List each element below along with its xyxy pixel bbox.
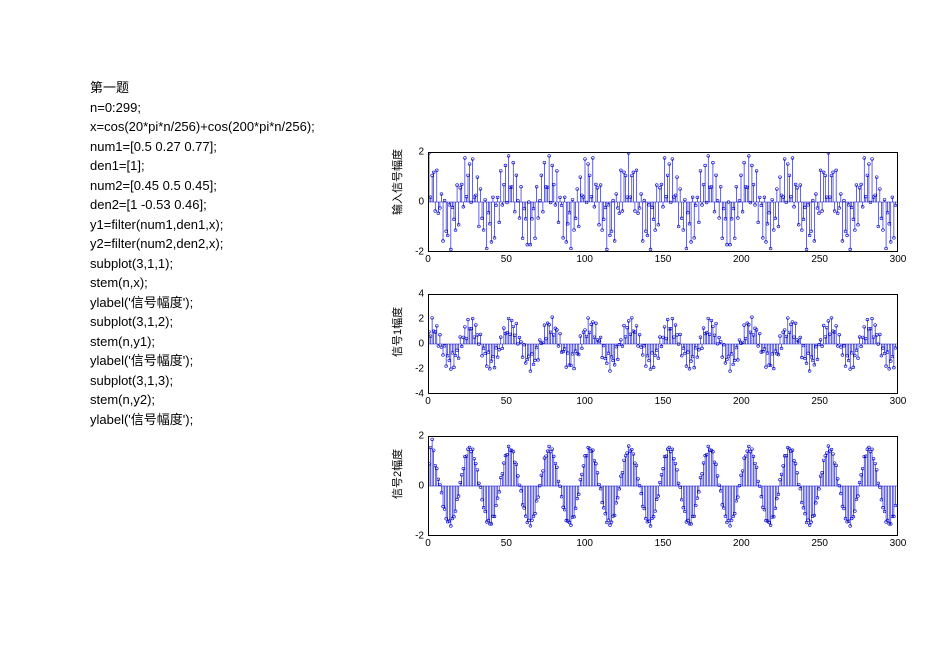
code-line: subplot(3,1,3); bbox=[90, 371, 370, 391]
code-line: ylabel('信号幅度'); bbox=[90, 351, 370, 371]
code-line: den1=[1]; bbox=[90, 156, 370, 176]
ylabel-2: 信号1幅度 bbox=[389, 343, 405, 357]
code-line: num1=[0.5 0.27 0.77]; bbox=[90, 137, 370, 157]
ytick: 2 bbox=[406, 431, 424, 442]
code-line: stem(n,x); bbox=[90, 273, 370, 293]
ytick: -2 bbox=[406, 364, 424, 375]
code-line: y2=filter(num2,den2,x); bbox=[90, 234, 370, 254]
xtick: 150 bbox=[655, 538, 672, 549]
ytick: 4 bbox=[406, 289, 424, 300]
code-line: y1=filter(num1,den1,x); bbox=[90, 215, 370, 235]
chart-column: 输入信号幅度 -202 050100150200250300 信号1幅度 -4-… bbox=[370, 78, 945, 574]
ytick: 0 bbox=[406, 481, 424, 492]
yticks-1: -202 bbox=[408, 152, 426, 252]
code-line: ylabel('信号幅度'); bbox=[90, 410, 370, 430]
yticks-3: -202 bbox=[408, 436, 426, 536]
code-line: stem(n,y2); bbox=[90, 390, 370, 410]
xtick: 100 bbox=[576, 396, 593, 407]
xticks-3: 050100150200250300 bbox=[428, 538, 898, 552]
plot-frame-1 bbox=[428, 152, 898, 252]
stem-plot-2 bbox=[429, 295, 897, 393]
code-listing: n=0:299;x=cos(20*pi*n/256)+cos(200*pi*n/… bbox=[90, 98, 370, 430]
subplot-2: 信号1幅度 -4-2024 050100150200250300 bbox=[390, 290, 900, 410]
code-line: num2=[0.45 0.5 0.45]; bbox=[90, 176, 370, 196]
code-line: n=0:299; bbox=[90, 98, 370, 118]
xtick: 150 bbox=[655, 254, 672, 265]
xtick: 0 bbox=[425, 396, 431, 407]
stem-plot-1 bbox=[429, 153, 897, 251]
code-line: x=cos(20*pi*n/256)+cos(200*pi*n/256); bbox=[90, 117, 370, 137]
xtick: 150 bbox=[655, 396, 672, 407]
ytick: -4 bbox=[406, 389, 424, 400]
xtick: 50 bbox=[501, 538, 512, 549]
xtick: 250 bbox=[811, 538, 828, 549]
xtick: 200 bbox=[733, 254, 750, 265]
subplot-1: 输入信号幅度 -202 050100150200250300 bbox=[390, 148, 900, 268]
code-column: 第一题 n=0:299;x=cos(20*pi*n/256)+cos(200*p… bbox=[90, 78, 370, 574]
ylabel-1: 输入信号幅度 bbox=[389, 201, 405, 215]
xtick: 200 bbox=[733, 538, 750, 549]
xtick: 300 bbox=[890, 254, 907, 265]
plot-frame-3 bbox=[428, 436, 898, 536]
ytick: 2 bbox=[406, 314, 424, 325]
xtick: 200 bbox=[733, 396, 750, 407]
xtick: 100 bbox=[576, 538, 593, 549]
subplot-3: 信号2幅度 -202 050100150200250300 bbox=[390, 432, 900, 552]
code-title: 第一题 bbox=[90, 78, 370, 98]
xtick: 100 bbox=[576, 254, 593, 265]
ylabel-3: 信号2幅度 bbox=[389, 485, 405, 499]
yticks-2: -4-2024 bbox=[408, 294, 426, 394]
ytick: -2 bbox=[406, 247, 424, 258]
code-line: subplot(3,1,2); bbox=[90, 312, 370, 332]
code-line: ylabel('信号幅度'); bbox=[90, 293, 370, 313]
xtick: 300 bbox=[890, 538, 907, 549]
stem-plot-3 bbox=[429, 437, 897, 535]
xticks-2: 050100150200250300 bbox=[428, 396, 898, 410]
xtick: 50 bbox=[501, 254, 512, 265]
xtick: 0 bbox=[425, 254, 431, 265]
xticks-1: 050100150200250300 bbox=[428, 254, 898, 268]
ytick: 0 bbox=[406, 339, 424, 350]
xtick: 0 bbox=[425, 538, 431, 549]
page: 第一题 n=0:299;x=cos(20*pi*n/256)+cos(200*p… bbox=[0, 0, 945, 574]
ytick: 0 bbox=[406, 197, 424, 208]
code-line: subplot(3,1,1); bbox=[90, 254, 370, 274]
xtick: 50 bbox=[501, 396, 512, 407]
plot-frame-2 bbox=[428, 294, 898, 394]
code-line: den2=[1 -0.53 0.46]; bbox=[90, 195, 370, 215]
xtick: 250 bbox=[811, 254, 828, 265]
ytick: -2 bbox=[406, 531, 424, 542]
code-line: stem(n,y1); bbox=[90, 332, 370, 352]
xtick: 300 bbox=[890, 396, 907, 407]
ytick: 2 bbox=[406, 147, 424, 158]
xtick: 250 bbox=[811, 396, 828, 407]
